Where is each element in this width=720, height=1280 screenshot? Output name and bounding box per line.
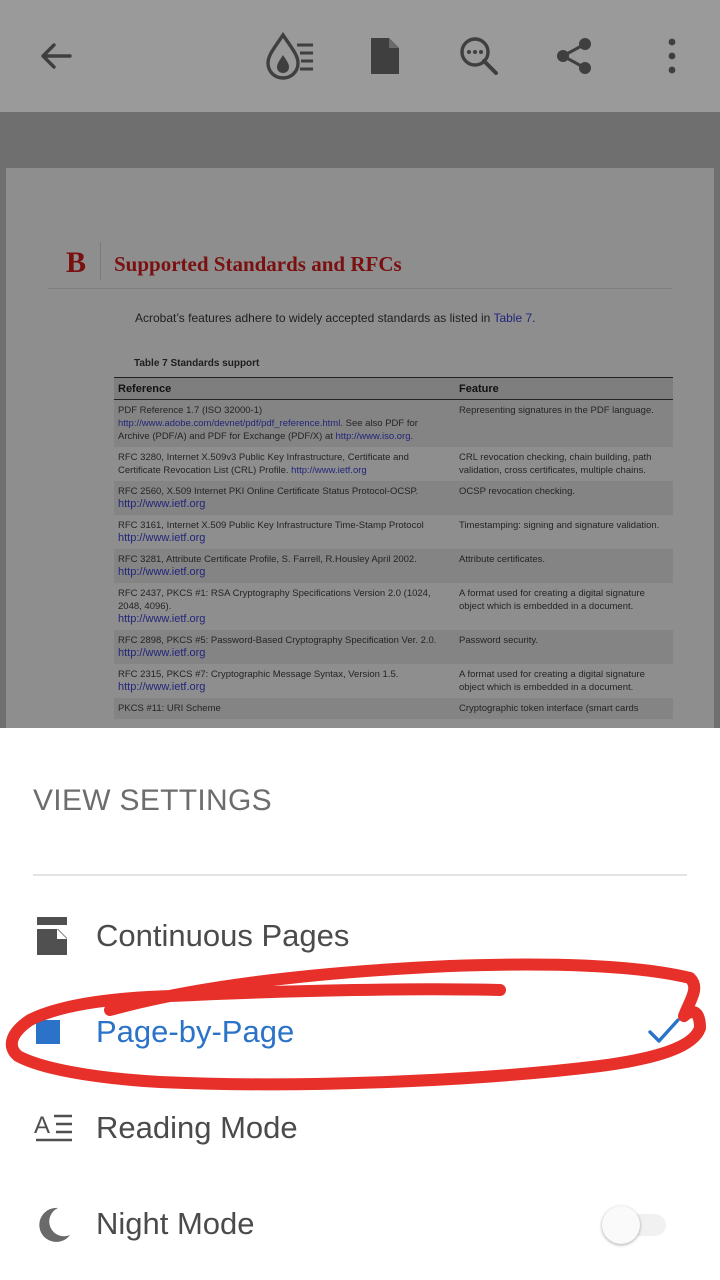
table-cell: PKCS #11: URI Scheme <box>114 698 455 719</box>
search-icon[interactable] <box>451 28 507 84</box>
table-cell: A format used for creating a digital sig… <box>459 588 645 612</box>
table-row: RFC 3281, Attribute Certificate Profile,… <box>114 549 673 583</box>
link[interactable]: http://www.ietf.org <box>118 681 451 694</box>
document-title: Supported Standards and RFCs <box>114 252 402 276</box>
share-icon[interactable] <box>546 28 602 84</box>
page-by-page-icon <box>34 1012 74 1052</box>
table-cell: CRL revocation checking, chain building,… <box>459 452 652 476</box>
table-cell: RFC 3281, Attribute Certificate Profile,… <box>114 549 455 583</box>
option-label: Night Mode <box>96 1206 255 1241</box>
table-cell: RFC 2560, X.509 Internet PKI Online Cert… <box>114 481 455 515</box>
table-header-cell: Reference <box>114 377 455 400</box>
link[interactable]: http://www.adobe.com/devnet/pdf/pdf_refe… <box>118 418 340 429</box>
liquid-mode-icon[interactable] <box>262 28 318 84</box>
standards-table: Reference Feature PDF Reference 1.7 (ISO… <box>114 377 673 719</box>
link[interactable]: http://www.iso.org <box>336 431 411 442</box>
table-row: PKCS #11: URI Scheme Cryptographic token… <box>114 698 673 719</box>
link[interactable]: http://www.ietf.org <box>118 647 451 660</box>
back-arrow-icon[interactable] <box>28 28 84 84</box>
table-cell: Attribute certificates. <box>455 549 673 583</box>
table-cell: RFC 2898, PKCS #5: Password-Based Crypto… <box>114 630 455 664</box>
option-reading-mode[interactable]: A Reading Mode <box>0 1084 720 1174</box>
link[interactable]: http://www.ietf.org <box>118 566 451 579</box>
link[interactable]: http://www.ietf.org <box>118 532 451 545</box>
table-row: PDF Reference 1.7 (ISO 32000-1) http://w… <box>114 399 673 447</box>
divider <box>33 874 687 876</box>
continuous-pages-icon <box>34 916 74 956</box>
table-row: RFC 2315, PKCS #7: Cryptographic Message… <box>114 664 673 698</box>
table-cell: A format used for creating a digital sig… <box>459 669 645 693</box>
table-cell: Password security. <box>455 630 673 664</box>
appendix-letter: B <box>65 246 86 279</box>
option-label: Continuous Pages <box>96 918 350 953</box>
table-header-cell: Feature <box>455 377 673 400</box>
option-continuous-pages[interactable]: Continuous Pages <box>0 892 720 982</box>
option-night-mode[interactable]: Night Mode <box>0 1180 720 1270</box>
sheet-heading: VIEW SETTINGS <box>33 784 272 817</box>
table-cell: OCSP revocation checking. <box>455 481 673 515</box>
toggle-thumb <box>602 1206 640 1244</box>
link[interactable]: http://www.ietf.org <box>291 465 367 476</box>
table-row: RFC 3280, Internet X.509v3 Public Key In… <box>114 447 673 481</box>
reading-mode-icon: A <box>34 1108 74 1148</box>
svg-text:A: A <box>34 1112 50 1139</box>
title-rule <box>48 288 672 289</box>
table-row: RFC 2898, PKCS #5: Password-Based Crypto… <box>114 630 673 664</box>
night-mode-toggle[interactable] <box>602 1206 668 1244</box>
table-row: RFC 2560, X.509 Internet PKI Online Cert… <box>114 481 673 515</box>
table-row: RFC 3161, Internet X.509 Public Key Infr… <box>114 515 673 549</box>
option-page-by-page[interactable]: Page-by-Page <box>0 988 720 1078</box>
table-header-row: Reference Feature <box>114 377 673 400</box>
table-cell: Representing signatures in the PDF langu… <box>455 399 673 447</box>
table-row: RFC 2437, PKCS #1: RSA Cryptography Spec… <box>114 583 673 630</box>
table-cell: Cryptographic token interface (smart car… <box>455 698 673 719</box>
option-label: Reading Mode <box>96 1110 298 1145</box>
table-cell: PDF Reference 1.7 (ISO 32000-1) http://w… <box>114 399 455 447</box>
table-cell: Timestamping: signing and signature vali… <box>459 520 660 531</box>
table-cell: RFC 2315, PKCS #7: Cryptographic Message… <box>114 664 455 698</box>
more-options-icon[interactable] <box>644 28 700 84</box>
table-cell: RFC 3161, Internet X.509 Public Key Infr… <box>114 515 455 549</box>
moon-icon <box>34 1204 74 1244</box>
pdf-page[interactable]: B Supported Standards and RFCs Acrobat’s… <box>6 168 714 728</box>
page-icon[interactable] <box>357 28 413 84</box>
table-reference-link[interactable]: Table 7 <box>493 311 532 325</box>
link[interactable]: http://www.ietf.org <box>118 498 451 511</box>
link[interactable]: http://www.ietf.org <box>118 613 451 626</box>
title-divider <box>100 242 101 280</box>
intro-paragraph: Acrobat’s features adhere to widely acce… <box>135 311 536 325</box>
table-caption: Table 7 Standards support <box>134 358 260 369</box>
view-settings-sheet: VIEW SETTINGS Continuous Pages Page-by-P… <box>0 728 720 1280</box>
checkmark-icon <box>644 1010 684 1050</box>
top-toolbar <box>0 0 720 112</box>
table-cell: RFC 3280, Internet X.509v3 Public Key In… <box>118 452 409 476</box>
option-label: Page-by-Page <box>96 1014 295 1049</box>
table-cell: RFC 2437, PKCS #1: RSA Cryptography Spec… <box>114 583 455 630</box>
